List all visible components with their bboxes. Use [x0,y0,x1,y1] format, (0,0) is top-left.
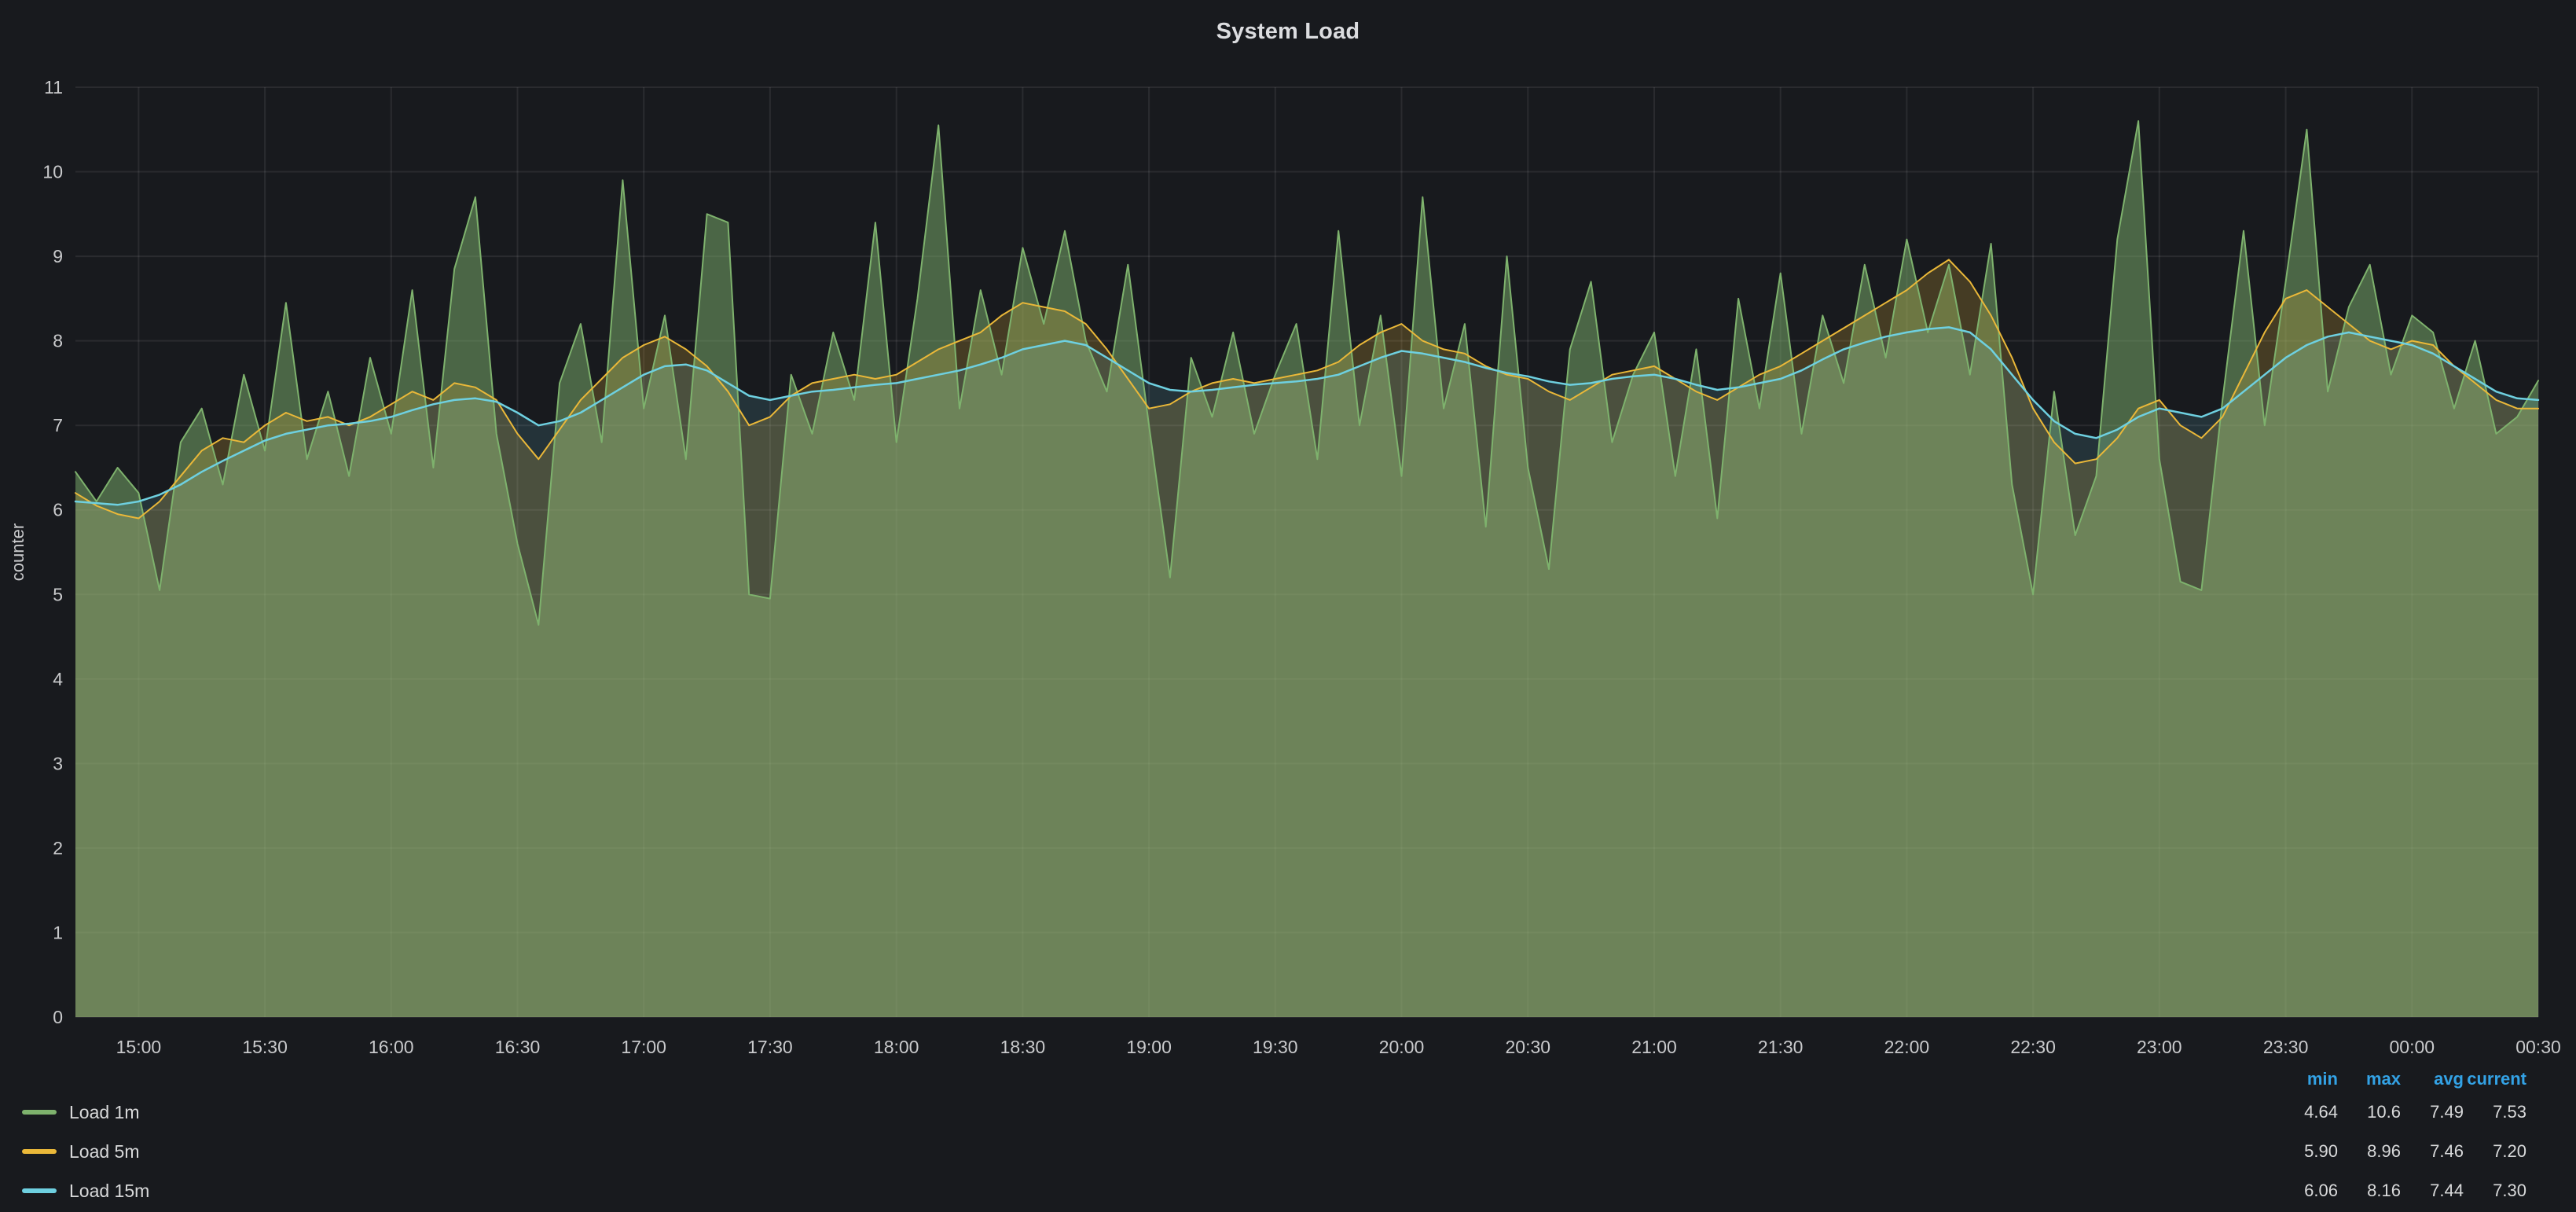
series-color-swatch-icon [22,1149,57,1154]
legend-column-min[interactable]: min [2275,1069,2338,1089]
x-tick-label: 21:30 [1758,1037,1804,1057]
legend: min max avg current Load 1m 4.64 10.6 7.… [0,1066,2576,1212]
series-label: Load 5m [69,1141,140,1162]
x-tick-label: 15:30 [242,1037,288,1057]
x-tick-label: 22:00 [1884,1037,1930,1057]
x-tick-label: 15:00 [116,1037,162,1057]
x-tick-label: 00:00 [2390,1037,2435,1057]
legend-row-load-1m: Load 1m 4.64 10.6 7.49 7.53 [22,1093,2526,1132]
y-tick-label: 6 [53,500,63,520]
panel-title: System Load [0,0,2576,63]
y-tick-label: 10 [42,162,63,182]
x-tick-label: 21:00 [1631,1037,1677,1057]
y-tick-label: 11 [44,77,63,97]
x-tick-label: 20:00 [1379,1037,1425,1057]
x-tick-label: 17:00 [621,1037,666,1057]
x-tick-label: 20:30 [1506,1037,1551,1057]
x-tick-label: 17:30 [747,1037,793,1057]
value-current: 7.30 [2464,1181,2526,1201]
series-label: Load 15m [69,1181,149,1202]
x-tick-label: 18:00 [874,1037,919,1057]
value-max: 8.96 [2338,1141,2401,1162]
y-tick-label: 7 [53,415,63,435]
value-avg: 7.44 [2401,1181,2464,1201]
y-axis-title: counter [8,523,28,581]
series-color-swatch-icon [22,1188,57,1193]
x-tick-label: 00:30 [2515,1037,2561,1057]
y-tick-label: 0 [53,1007,63,1027]
y-tick-label: 8 [53,331,63,351]
legend-header: min max avg current [22,1066,2526,1093]
series-area-load-15m [75,327,2538,1017]
legend-column-max[interactable]: max [2338,1069,2401,1089]
legend-toggle-load-1m[interactable]: Load 1m [22,1102,2275,1123]
legend-column-current[interactable]: current [2464,1069,2526,1089]
value-max: 8.16 [2338,1181,2401,1201]
y-tick-label: 2 [53,838,63,858]
legend-row-load-15m: Load 15m 6.06 8.16 7.44 7.30 [22,1171,2526,1210]
x-tick-label: 19:00 [1126,1037,1172,1057]
y-tick-label: 5 [53,584,63,604]
y-tick-label: 1 [53,923,63,943]
value-current: 7.53 [2464,1102,2526,1122]
y-tick-label: 9 [53,246,63,266]
value-min: 6.06 [2275,1181,2338,1201]
value-current: 7.20 [2464,1141,2526,1162]
y-tick-label: 3 [53,753,63,773]
legend-column-avg[interactable]: avg [2401,1069,2464,1089]
legend-toggle-load-15m[interactable]: Load 15m [22,1181,2275,1202]
x-tick-label: 22:30 [2010,1037,2056,1057]
legend-row-load-5m: Load 5m 5.90 8.96 7.46 7.20 [22,1132,2526,1171]
legend-toggle-load-5m[interactable]: Load 5m [22,1141,2275,1162]
time-series-chart[interactable]: 0 1 2 3 4 5 6 7 8 9 10 11 15:00 15:30 16:00 16:30 17:00 1… [0,63,2576,1066]
x-tick-label: 23:00 [2137,1037,2182,1057]
x-tick-label: 16:30 [495,1037,541,1057]
x-tick-label: 18:30 [1000,1037,1046,1057]
value-min: 5.90 [2275,1141,2338,1162]
value-max: 10.6 [2338,1102,2401,1122]
value-min: 4.64 [2275,1102,2338,1122]
series-label: Load 1m [69,1102,140,1123]
x-tick-label: 16:00 [369,1037,414,1057]
value-avg: 7.49 [2401,1102,2464,1122]
x-tick-label: 23:30 [2263,1037,2309,1057]
value-avg: 7.46 [2401,1141,2464,1162]
system-load-panel: System Load 0 1 2 3 4 5 6 7 8 9 10 11 15:00 15:30 16:0… [0,0,2576,1212]
series-color-swatch-icon [22,1110,57,1115]
y-tick-label: 4 [53,669,63,689]
x-tick-label: 19:30 [1253,1037,1298,1057]
